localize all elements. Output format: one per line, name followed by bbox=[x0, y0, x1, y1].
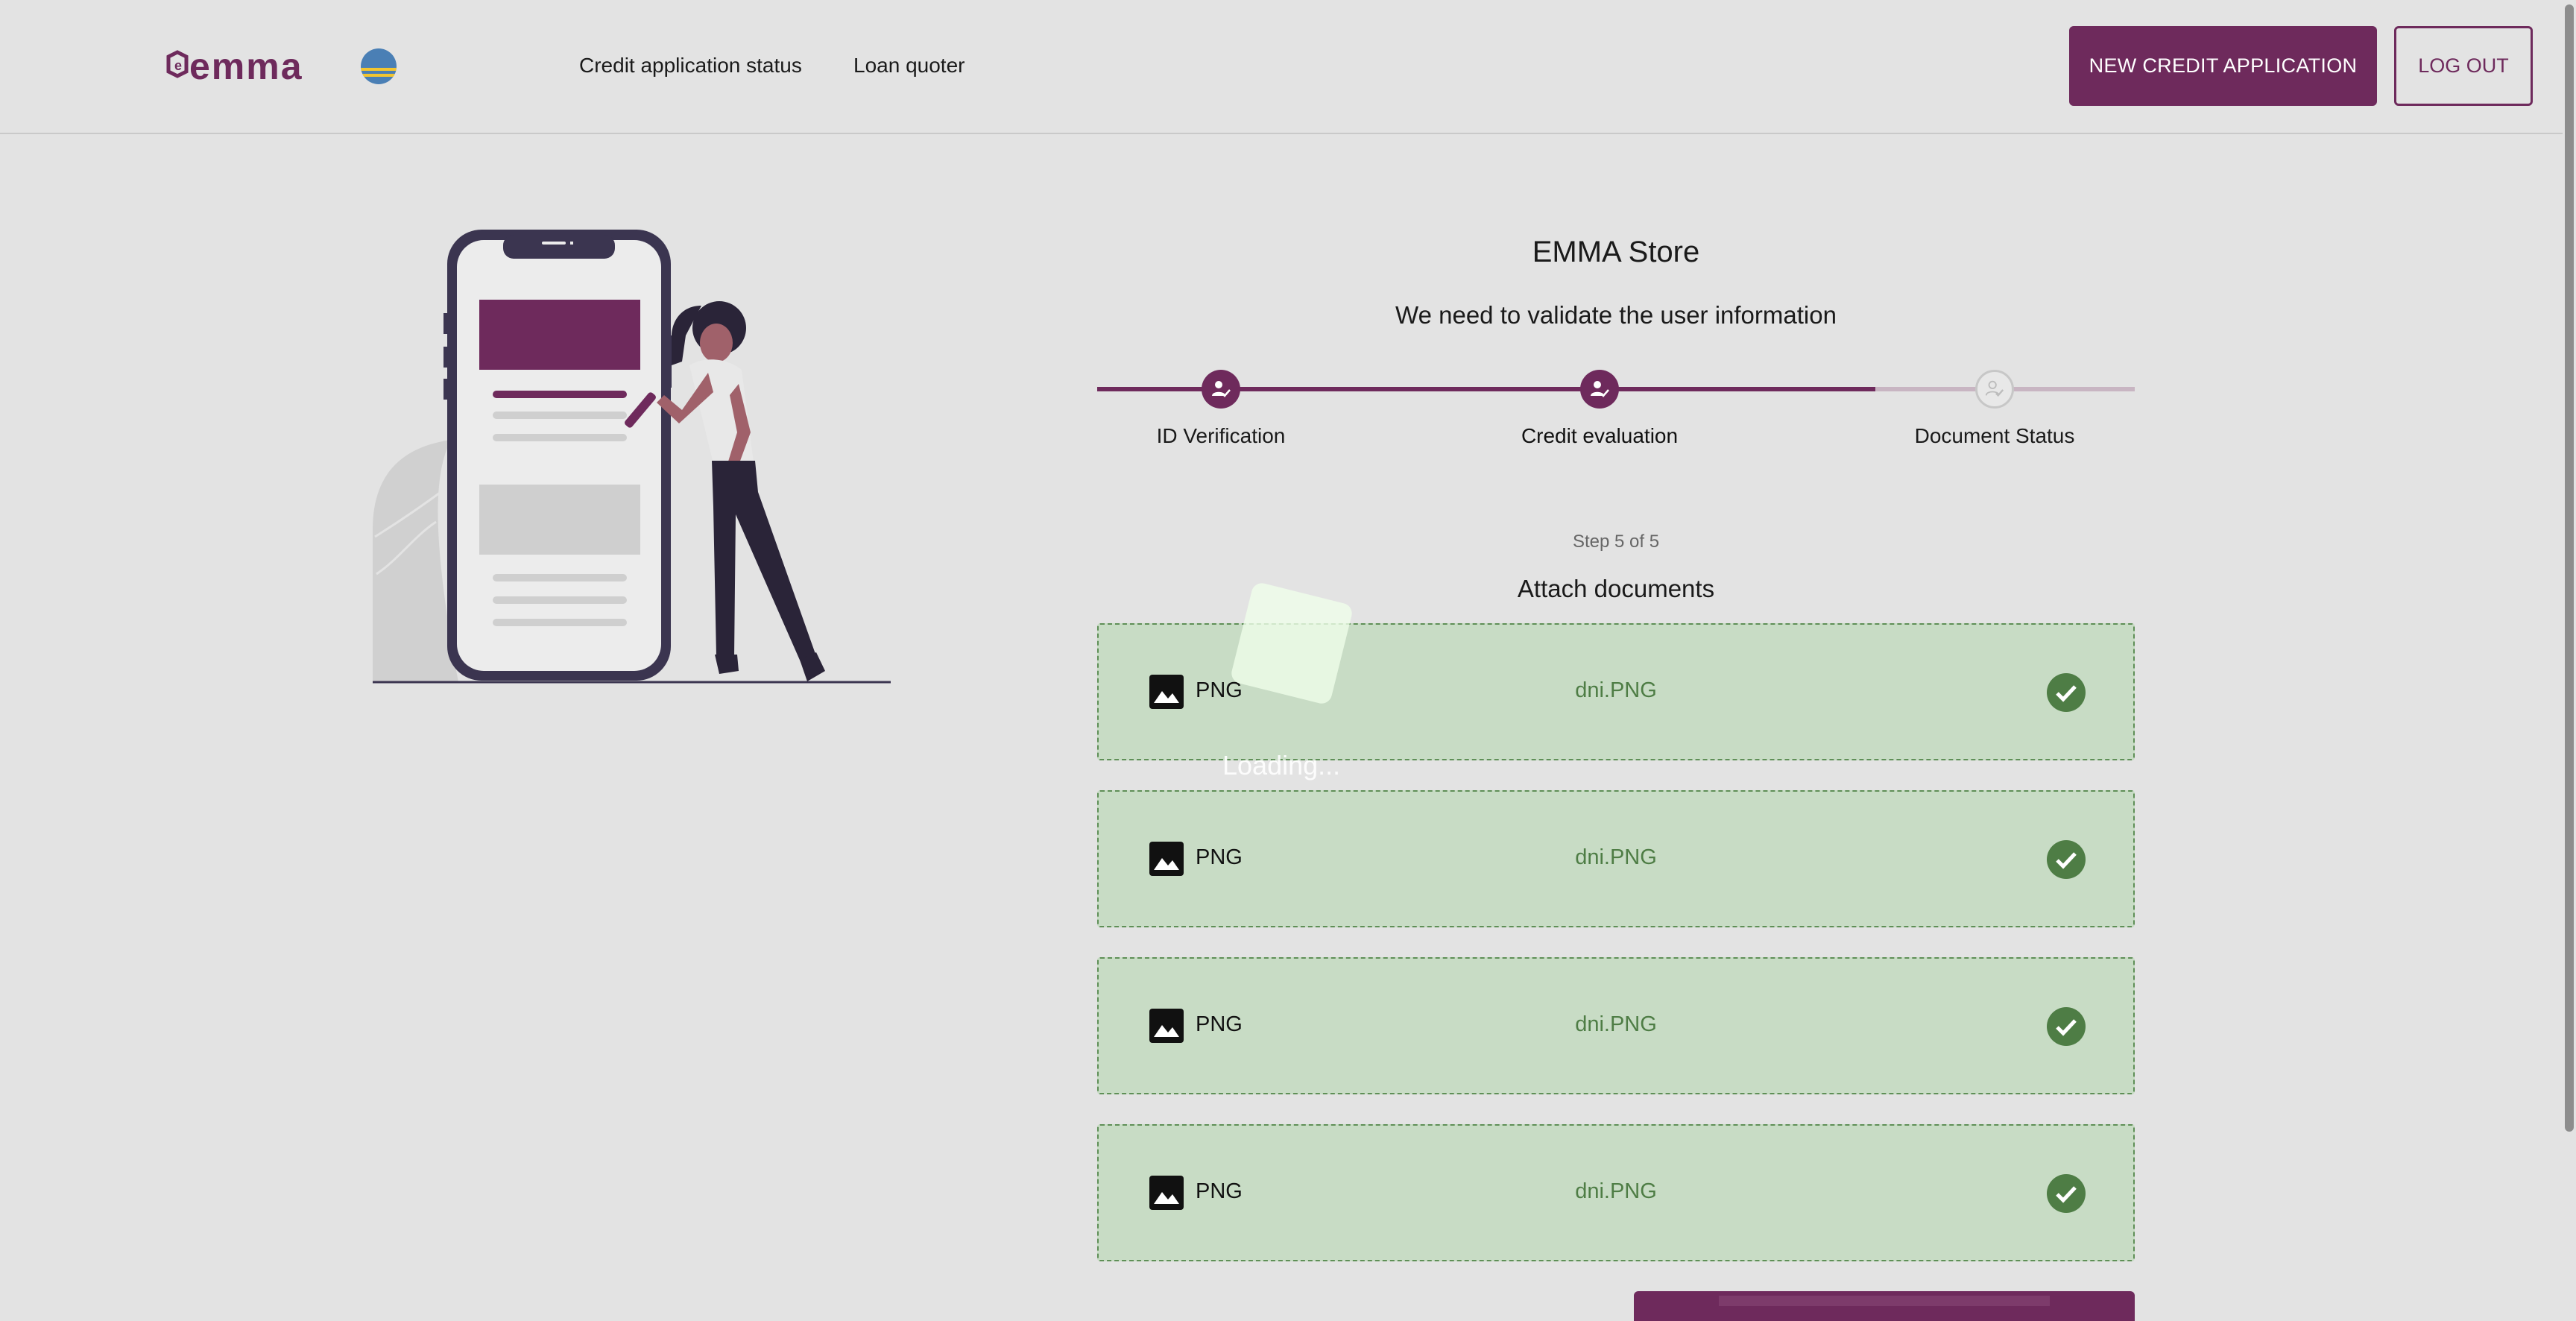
user-check-icon bbox=[1591, 381, 1609, 397]
document-filename: dni.PNG bbox=[1575, 1179, 1657, 1203]
emma-logo[interactable]: e emma bbox=[158, 49, 341, 83]
step-label-id-verification: ID Verification bbox=[1156, 424, 1286, 447]
loading-text: Loading... bbox=[1222, 750, 1341, 781]
document-upload-row[interactable]: PNG dni.PNG bbox=[1097, 1124, 2135, 1261]
step-credit-evaluation-icon bbox=[1580, 370, 1619, 409]
image-icon bbox=[1149, 842, 1184, 876]
document-filename: dni.PNG bbox=[1575, 1012, 1657, 1036]
svg-text:e: e bbox=[174, 58, 182, 73]
leaf-shape bbox=[373, 440, 458, 682]
store-name: EMMA Store bbox=[1532, 236, 1700, 268]
new-credit-application-button[interactable]: NEW CREDIT APPLICATION bbox=[2069, 26, 2377, 106]
document-type: PNG bbox=[1196, 1179, 1243, 1203]
check-circle-icon bbox=[2047, 840, 2086, 879]
page-subtitle: We need to validate the user information bbox=[1395, 301, 1837, 329]
scrollbar-thumb[interactable] bbox=[2565, 4, 2574, 1132]
image-icon bbox=[1149, 1176, 1184, 1210]
document-type: PNG bbox=[1196, 845, 1243, 869]
logout-button[interactable]: LOG OUT bbox=[2394, 26, 2533, 106]
continue-button-hover bbox=[1719, 1296, 2050, 1306]
image-icon bbox=[1149, 675, 1184, 709]
step-label-credit-evaluation: Credit evaluation bbox=[1521, 424, 1679, 447]
step-id-verification-icon bbox=[1202, 370, 1240, 409]
logo-wordmark: emma bbox=[189, 49, 303, 83]
document-type: PNG bbox=[1196, 678, 1243, 702]
document-type: PNG bbox=[1196, 1012, 1243, 1036]
nav-credit-application-status[interactable]: Credit application status bbox=[579, 52, 802, 79]
image-icon bbox=[1149, 1009, 1184, 1043]
document-filename: dni.PNG bbox=[1575, 845, 1657, 869]
check-circle-icon bbox=[2047, 673, 2086, 712]
check-circle-icon bbox=[2047, 1007, 2086, 1046]
nav-loan-quoter[interactable]: Loan quoter bbox=[853, 52, 965, 79]
step-counter: Step 5 of 5 bbox=[1572, 532, 1660, 552]
top-bar: e emma Credit application status Loan qu… bbox=[0, 0, 2576, 134]
step-document-status-icon bbox=[1975, 370, 2014, 409]
document-upload-row[interactable]: PNG dni.PNG bbox=[1097, 790, 2135, 927]
phone-screen-banner bbox=[479, 300, 640, 370]
user-check-icon bbox=[1985, 380, 2004, 397]
country-flag-icon[interactable] bbox=[361, 48, 397, 84]
phone-woman-illustration bbox=[373, 230, 891, 684]
user-check-icon bbox=[1212, 381, 1231, 397]
step-label-document-status: Document Status bbox=[1914, 424, 2075, 447]
check-circle-icon bbox=[2047, 1174, 2086, 1213]
document-upload-row[interactable]: PNG dni.PNG bbox=[1097, 957, 2135, 1094]
